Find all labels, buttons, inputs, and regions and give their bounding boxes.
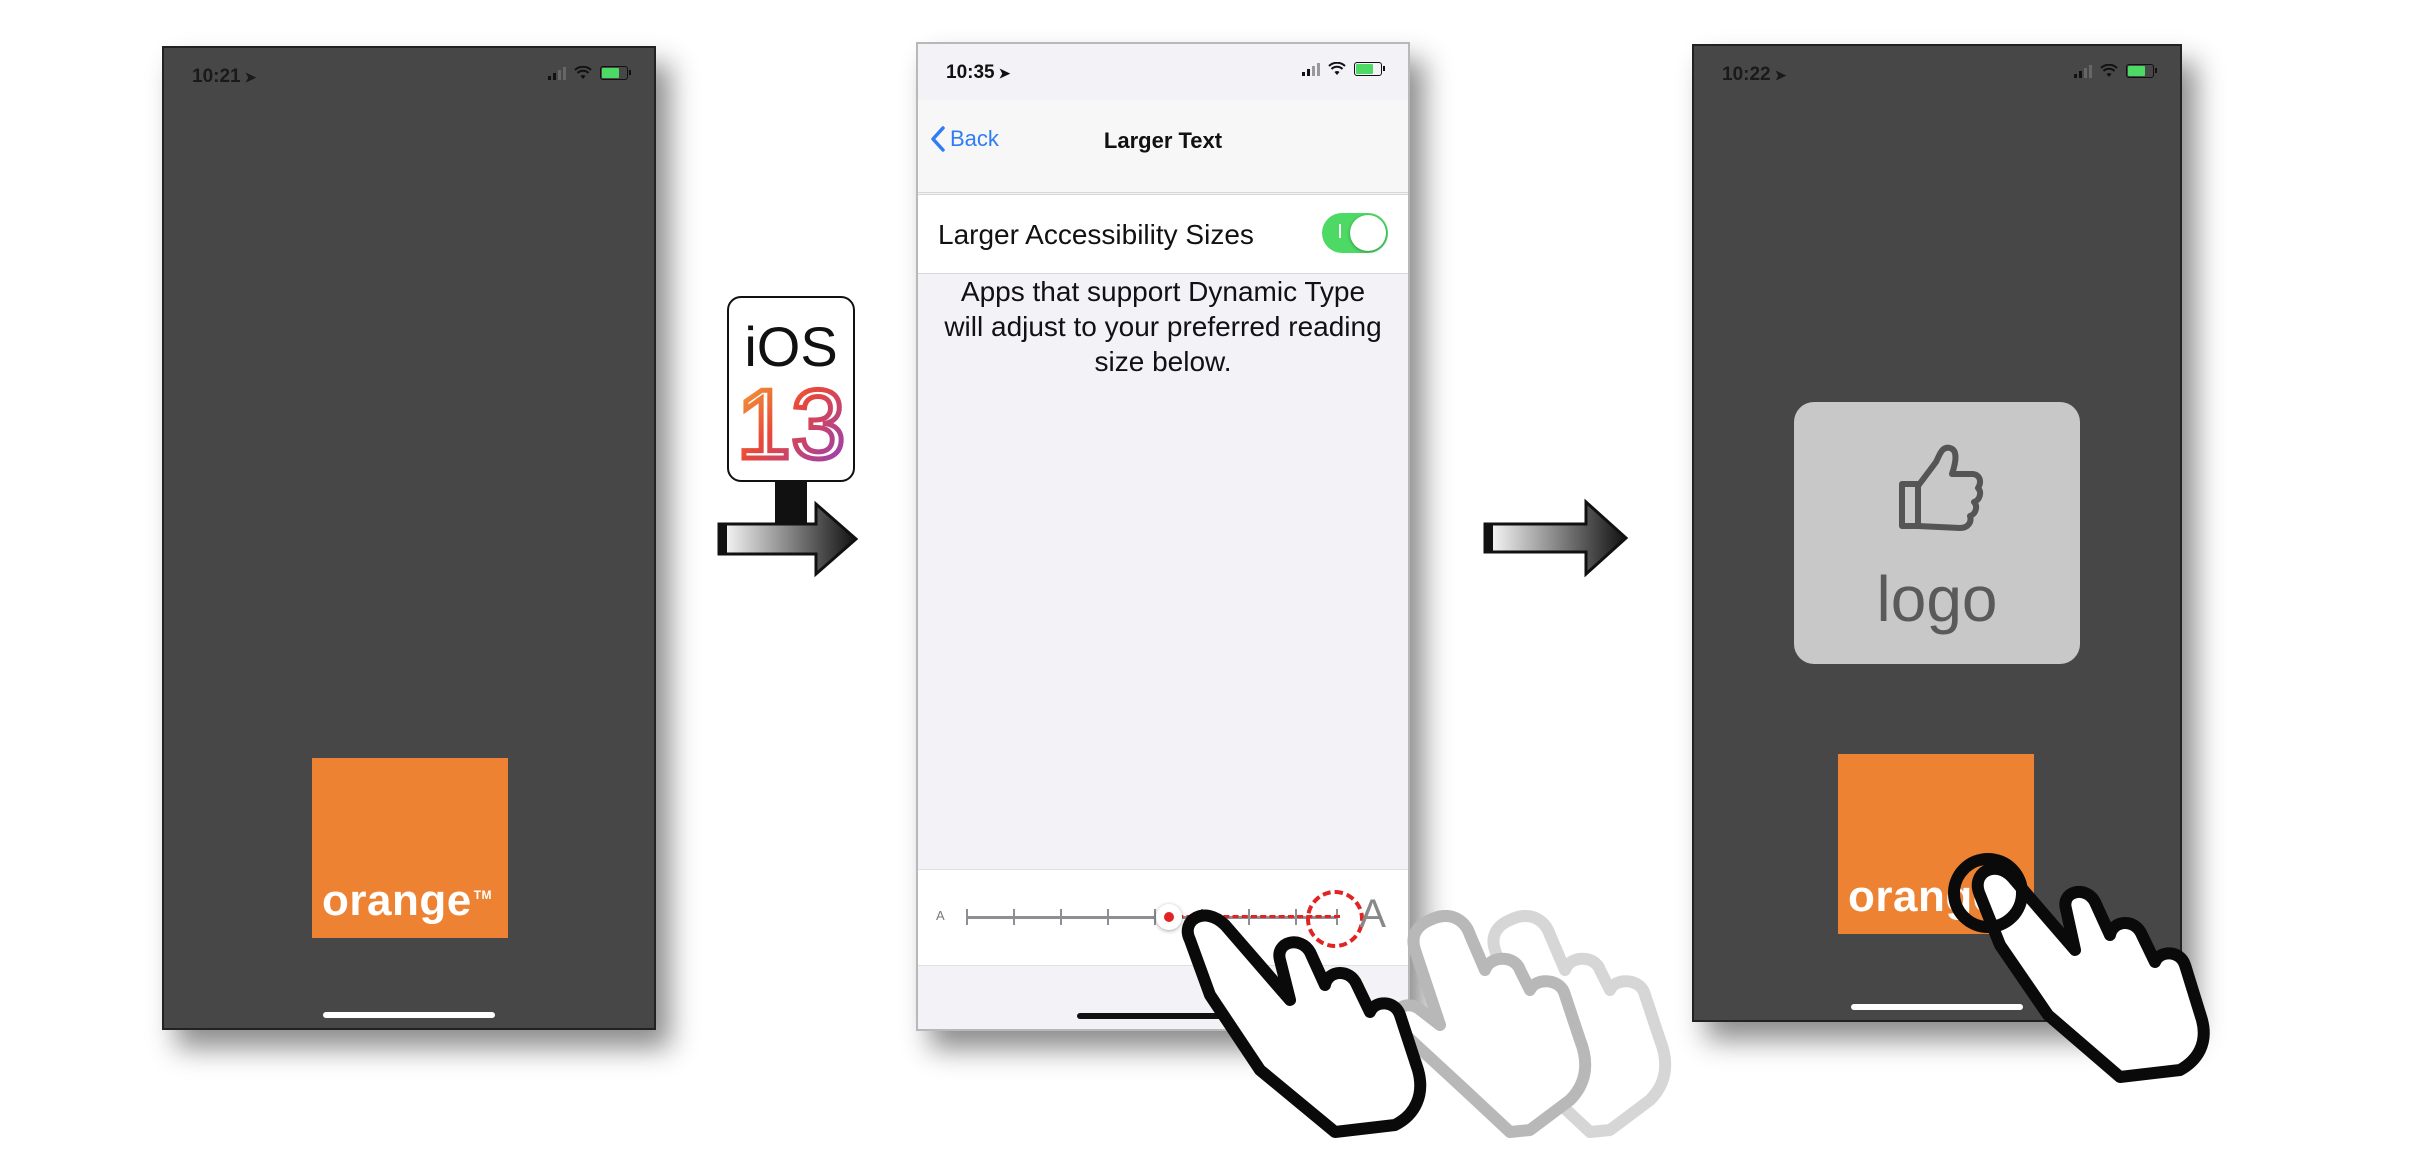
status-icons [1302, 62, 1385, 76]
arrow-right-icon [717, 500, 859, 578]
larger-accessibility-sizes-switch[interactable] [1322, 213, 1388, 253]
ios-version-number: 13 [734, 367, 848, 473]
battery-icon [2126, 64, 2157, 78]
signal-icon [548, 66, 566, 80]
larger-accessibility-sizes-row: Larger Accessibility Sizes [918, 194, 1408, 274]
status-bar: 10:35 ➤ [918, 44, 1408, 100]
slider-tick [966, 909, 968, 925]
battery-icon [600, 66, 631, 80]
page-title: Larger Text [1103, 128, 1223, 153]
slider-tick [1060, 909, 1062, 925]
ios-13-badge: iOS 13 [727, 296, 855, 482]
slider-small-label: A [936, 908, 945, 923]
trademark-mark: TM [473, 888, 493, 903]
status-time: 10:22 [1722, 64, 1771, 85]
arrow-right-icon [1483, 498, 1629, 578]
location-arrow-icon: ➤ [998, 65, 1011, 81]
dynamic-type-description: Apps that support Dynamic Type will adju… [944, 276, 1382, 377]
status-time: 10:35 [946, 62, 995, 83]
status-icons [2074, 64, 2157, 78]
location-arrow-icon: ➤ [244, 69, 257, 85]
logo-text: logo [1876, 563, 1998, 635]
wifi-icon [1328, 62, 1346, 75]
app-logo-placeholder: logo [1794, 402, 2080, 664]
switch-on-mark [1339, 224, 1341, 238]
switch-knob [1350, 215, 1386, 251]
status-icons [548, 66, 631, 80]
battery-icon [1354, 62, 1385, 76]
slider-tick [1107, 909, 1109, 925]
orange-logo: orange TM [312, 758, 508, 938]
toggle-label: Larger Accessibility Sizes [938, 219, 1254, 250]
navigation-bar: Back Larger Text [918, 100, 1408, 193]
svg-text:13: 13 [736, 369, 845, 472]
wifi-icon [574, 66, 592, 79]
slider-tick [1013, 909, 1015, 925]
status-bar: 10:22 ➤ [1694, 46, 2180, 102]
orange-brand-text: orange [322, 876, 472, 925]
phone-settings-larger-text: 10:35 ➤ Back Larger Text Larger Accessibi… [916, 42, 1410, 1031]
phone-splash-before: 10:21 ➤ orange TM [162, 46, 656, 1030]
signal-icon [2074, 64, 2092, 78]
signal-icon [1302, 62, 1320, 76]
home-indicator[interactable] [323, 1012, 495, 1018]
hand-pointer-icon [1948, 853, 2210, 1083]
status-time: 10:21 [192, 66, 241, 87]
hand-pointer-icon [1181, 909, 1427, 1138]
location-arrow-icon: ➤ [1774, 67, 1787, 83]
thumbs-up-icon [1899, 444, 1984, 531]
wifi-icon [2100, 64, 2118, 77]
status-bar: 10:21 ➤ [164, 48, 654, 104]
